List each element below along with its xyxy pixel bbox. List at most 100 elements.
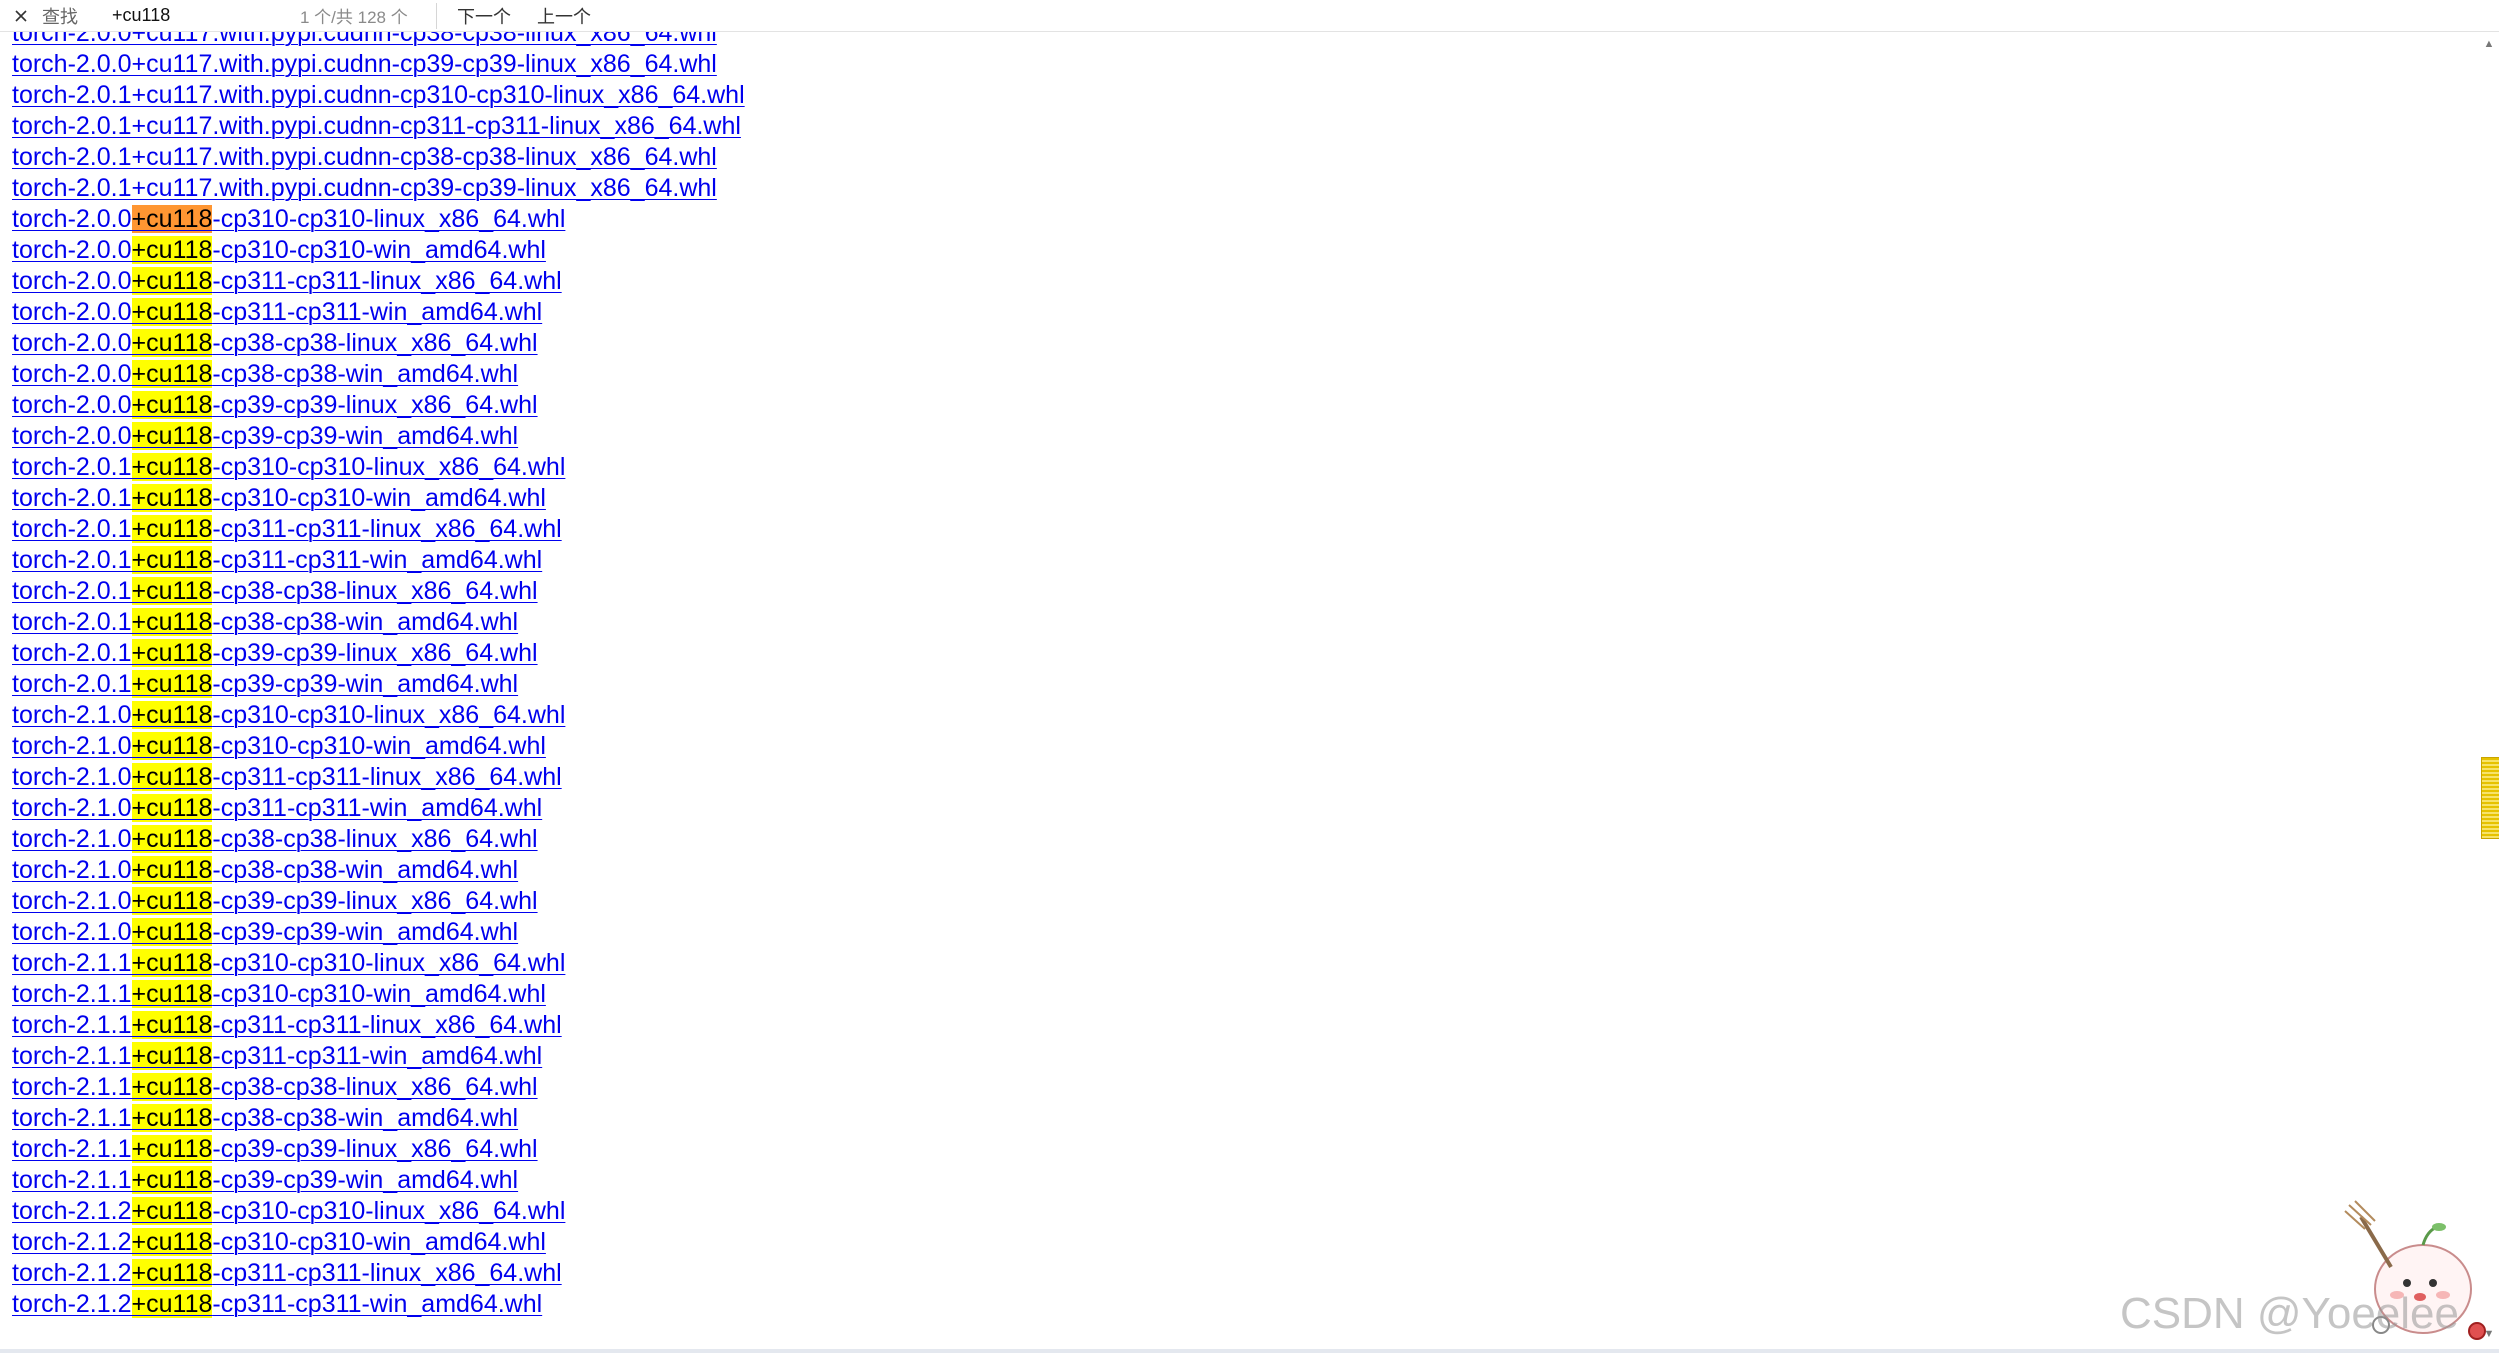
wheel-file-link[interactable]: torch-2.0.0+cu118-cp310-cp310-win_amd64.… bbox=[12, 236, 546, 264]
wheel-file-link[interactable]: torch-2.0.0+cu118-cp310-cp310-linux_x86_… bbox=[12, 205, 565, 233]
link-text-suffix: -cp310-cp310-win_amd64.whl bbox=[212, 980, 546, 1008]
search-match-highlight: +cu118 bbox=[131, 267, 213, 295]
link-text-suffix: -cp39-cp39-linux_x86_64.whl bbox=[212, 887, 538, 915]
wheel-file-link[interactable]: torch-2.0.1+cu118-cp38-cp38-linux_x86_64… bbox=[12, 577, 538, 605]
wheel-file-link[interactable]: torch-2.1.1+cu118-cp311-cp311-linux_x86_… bbox=[12, 1011, 562, 1039]
link-text-suffix: -cp310-cp310-linux_x86_64.whl bbox=[212, 453, 566, 481]
wheel-file-link[interactable]: torch-2.1.1+cu118-cp38-cp38-linux_x86_64… bbox=[12, 1073, 538, 1101]
link-text-prefix: torch-2.0.0 bbox=[12, 267, 132, 295]
wheel-file-link[interactable]: torch-2.1.0+cu118-cp310-cp310-linux_x86_… bbox=[12, 701, 565, 729]
list-item: torch-2.1.2+cu118-cp310-cp310-win_amd64.… bbox=[12, 1227, 745, 1258]
previous-match-button[interactable]: 上一个 bbox=[531, 3, 597, 29]
wheel-file-link[interactable]: torch-2.1.2+cu118-cp311-cp311-linux_x86_… bbox=[12, 1259, 562, 1287]
link-text-suffix: -cp310-cp310-win_amd64.whl bbox=[212, 236, 546, 264]
wheel-file-link[interactable]: torch-2.1.0+cu118-cp311-cp311-linux_x86_… bbox=[12, 763, 562, 791]
list-item: torch-2.0.0+cu118-cp310-cp310-win_amd64.… bbox=[12, 235, 745, 266]
link-text-suffix: -cp310-cp310-linux_x86_64.whl bbox=[212, 949, 566, 977]
list-item: torch-2.0.1+cu118-cp311-cp311-linux_x86_… bbox=[12, 514, 745, 545]
link-text-suffix: -cp311-cp311-win_amd64.whl bbox=[212, 546, 543, 574]
search-match-highlight: +cu118 bbox=[131, 546, 213, 574]
link-text-prefix: torch-2.1.0 bbox=[12, 701, 132, 729]
close-icon[interactable] bbox=[10, 5, 32, 27]
link-text-prefix: torch-2.0.0+cu117.with.pypi.cudnn-cp38-c… bbox=[12, 31, 717, 47]
wheel-file-link[interactable]: torch-2.1.0+cu118-cp39-cp39-win_amd64.wh… bbox=[12, 918, 518, 946]
link-text-suffix: -cp38-cp38-linux_x86_64.whl bbox=[212, 825, 538, 853]
wheel-file-link[interactable]: torch-2.0.1+cu118-cp310-cp310-linux_x86_… bbox=[12, 453, 565, 481]
list-item: torch-2.0.1+cu118-cp38-cp38-linux_x86_64… bbox=[12, 576, 745, 607]
list-item: torch-2.0.0+cu118-cp38-cp38-win_amd64.wh… bbox=[12, 359, 745, 390]
link-text-prefix: torch-2.0.1 bbox=[12, 453, 132, 481]
link-text-suffix: -cp39-cp39-win_amd64.whl bbox=[212, 422, 519, 450]
wheel-file-link[interactable]: torch-2.1.1+cu118-cp310-cp310-win_amd64.… bbox=[12, 980, 546, 1008]
search-match-highlight: +cu118 bbox=[131, 1259, 213, 1287]
find-input-container: 1 个/共 128 个 bbox=[106, 2, 437, 29]
active-search-match: +cu118 bbox=[131, 205, 213, 233]
wheel-file-link[interactable]: torch-2.0.0+cu118-cp39-cp39-win_amd64.wh… bbox=[12, 422, 518, 450]
wheel-file-link[interactable]: torch-2.0.0+cu118-cp39-cp39-linux_x86_64… bbox=[12, 391, 538, 419]
wheel-file-link[interactable]: torch-2.1.1+cu118-cp39-cp39-win_amd64.wh… bbox=[12, 1166, 518, 1194]
link-text-suffix: -cp311-cp311-linux_x86_64.whl bbox=[212, 1259, 562, 1287]
link-text-prefix: torch-2.0.0 bbox=[12, 391, 132, 419]
wheel-file-link[interactable]: torch-2.0.1+cu118-cp310-cp310-win_amd64.… bbox=[12, 484, 546, 512]
list-item: torch-2.0.0+cu117.with.pypi.cudnn-cp38-c… bbox=[12, 31, 745, 49]
wheel-file-link[interactable]: torch-2.0.1+cu118-cp311-cp311-win_amd64.… bbox=[12, 546, 542, 574]
wheel-file-link[interactable]: torch-2.1.2+cu118-cp310-cp310-win_amd64.… bbox=[12, 1228, 546, 1256]
link-text-prefix: torch-2.1.0 bbox=[12, 825, 132, 853]
search-match-highlight: +cu118 bbox=[131, 856, 213, 884]
next-match-button[interactable]: 下一个 bbox=[451, 3, 517, 29]
wheel-file-link[interactable]: torch-2.1.2+cu118-cp310-cp310-linux_x86_… bbox=[12, 1197, 565, 1225]
wheel-file-link[interactable]: torch-2.1.0+cu118-cp311-cp311-win_amd64.… bbox=[12, 794, 542, 822]
link-text-prefix: torch-2.1.2 bbox=[12, 1197, 132, 1225]
wheel-file-link[interactable]: torch-2.0.0+cu118-cp311-cp311-win_amd64.… bbox=[12, 298, 542, 326]
wheel-file-link[interactable]: torch-2.0.1+cu117.with.pypi.cudnn-cp310-… bbox=[12, 81, 745, 109]
link-text-prefix: torch-2.0.0 bbox=[12, 236, 132, 264]
wheel-file-link[interactable]: torch-2.1.1+cu118-cp39-cp39-linux_x86_64… bbox=[12, 1135, 538, 1163]
wheel-file-link[interactable]: torch-2.1.0+cu118-cp38-cp38-win_amd64.wh… bbox=[12, 856, 518, 884]
wheel-file-link[interactable]: torch-2.1.1+cu118-cp311-cp311-win_amd64.… bbox=[12, 1042, 542, 1070]
search-match-highlight: +cu118 bbox=[131, 1135, 213, 1163]
wheel-file-link[interactable]: torch-2.0.1+cu118-cp38-cp38-win_amd64.wh… bbox=[12, 608, 518, 636]
link-text-prefix: torch-2.1.1 bbox=[12, 1042, 132, 1070]
wheel-file-link[interactable]: torch-2.1.0+cu118-cp310-cp310-win_amd64.… bbox=[12, 732, 546, 760]
search-match-highlight: +cu118 bbox=[131, 949, 213, 977]
link-text-prefix: torch-2.1.2 bbox=[12, 1228, 132, 1256]
file-link-list: torch-2.0.0+cu117.with.pypi.cudnn-cp38-c… bbox=[12, 31, 2482, 1347]
search-match-highlight: +cu118 bbox=[131, 794, 213, 822]
link-text-suffix: -cp311-cp311-linux_x86_64.whl bbox=[212, 267, 562, 295]
link-text-suffix: -cp39-cp39-win_amd64.whl bbox=[212, 918, 519, 946]
wheel-file-link[interactable]: torch-2.0.0+cu118-cp38-cp38-linux_x86_64… bbox=[12, 329, 538, 357]
link-text-prefix: torch-2.1.0 bbox=[12, 856, 132, 884]
link-text-prefix: torch-2.0.1 bbox=[12, 515, 132, 543]
wheel-file-link[interactable]: torch-2.0.0+cu117.with.pypi.cudnn-cp39-c… bbox=[12, 50, 717, 78]
wheel-file-link[interactable]: torch-2.0.1+cu118-cp39-cp39-linux_x86_64… bbox=[12, 639, 538, 667]
wheel-file-link[interactable]: torch-2.1.0+cu118-cp38-cp38-linux_x86_64… bbox=[12, 825, 538, 853]
scroll-up-arrow-icon[interactable]: ▲ bbox=[2482, 37, 2496, 51]
wheel-file-link[interactable]: torch-2.1.1+cu118-cp38-cp38-win_amd64.wh… bbox=[12, 1104, 518, 1132]
wheel-file-link[interactable]: torch-2.0.0+cu117.with.pypi.cudnn-cp38-c… bbox=[12, 31, 717, 47]
watermark: CSDN @Yoeelee bbox=[2119, 1289, 2459, 1338]
search-match-highlight: +cu118 bbox=[131, 887, 213, 915]
search-match-markers bbox=[2481, 757, 2499, 839]
search-match-highlight: +cu118 bbox=[131, 391, 213, 419]
wheel-file-link[interactable]: torch-2.0.1+cu118-cp39-cp39-win_amd64.wh… bbox=[12, 670, 518, 698]
wheel-file-link[interactable]: torch-2.1.1+cu118-cp310-cp310-linux_x86_… bbox=[12, 949, 565, 977]
wheel-file-link[interactable]: torch-2.0.0+cu118-cp311-cp311-linux_x86_… bbox=[12, 267, 562, 295]
vertical-scrollbar[interactable]: ▲ ▼ bbox=[2479, 31, 2499, 1347]
list-item: torch-2.1.1+cu118-cp311-cp311-win_amd64.… bbox=[12, 1041, 745, 1072]
list-item: torch-2.1.2+cu118-cp310-cp310-linux_x86_… bbox=[12, 1196, 745, 1227]
search-match-highlight: +cu118 bbox=[131, 1073, 213, 1101]
link-text-suffix: -cp310-cp310-win_amd64.whl bbox=[212, 1228, 546, 1256]
link-text-prefix: torch-2.0.1 bbox=[12, 608, 132, 636]
wheel-file-link[interactable]: torch-2.0.0+cu118-cp38-cp38-win_amd64.wh… bbox=[12, 360, 518, 388]
find-input[interactable] bbox=[106, 5, 292, 26]
wheel-file-link[interactable]: torch-2.1.2+cu118-cp311-cp311-win_amd64.… bbox=[12, 1290, 542, 1318]
wheel-file-link[interactable]: torch-2.0.1+cu117.with.pypi.cudnn-cp38-c… bbox=[12, 143, 717, 171]
wheel-file-link[interactable]: torch-2.0.1+cu117.with.pypi.cudnn-cp39-c… bbox=[12, 174, 717, 202]
search-match-highlight: +cu118 bbox=[131, 422, 213, 450]
search-match-highlight: +cu118 bbox=[131, 825, 213, 853]
wheel-file-link[interactable]: torch-2.0.1+cu118-cp311-cp311-linux_x86_… bbox=[12, 515, 562, 543]
link-text-suffix: -cp310-cp310-linux_x86_64.whl bbox=[212, 701, 566, 729]
wheel-file-link[interactable]: torch-2.1.0+cu118-cp39-cp39-linux_x86_64… bbox=[12, 887, 538, 915]
link-text-prefix: torch-2.0.1 bbox=[12, 639, 132, 667]
wheel-file-link[interactable]: torch-2.0.1+cu117.with.pypi.cudnn-cp311-… bbox=[12, 112, 741, 140]
